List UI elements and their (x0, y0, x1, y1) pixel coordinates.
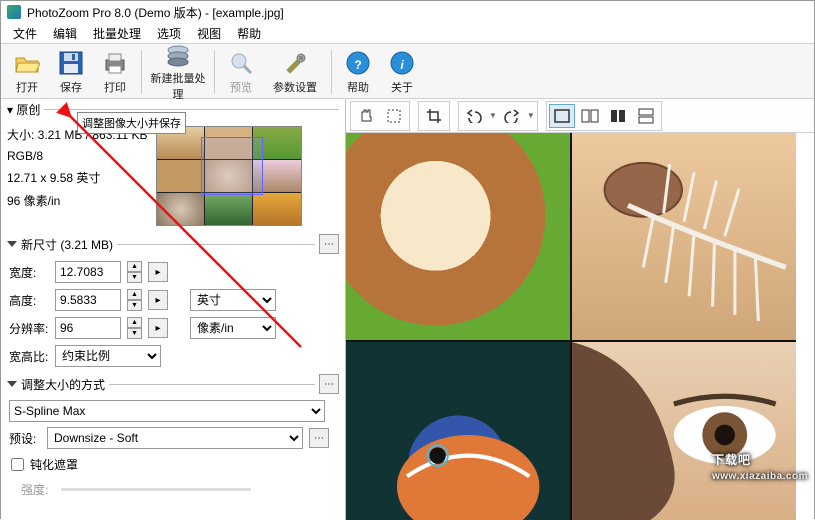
floppy-disk-icon (57, 49, 85, 77)
height-link-button[interactable]: ▸ (148, 290, 168, 310)
preset-more-button[interactable]: ⋯ (309, 428, 329, 448)
menu-edit[interactable]: 编辑 (47, 23, 83, 44)
menu-help[interactable]: 帮助 (231, 23, 267, 44)
tools-icon (281, 49, 309, 77)
open-button[interactable]: 打开 (5, 46, 49, 98)
resize-options-button[interactable]: ⋯ (319, 374, 339, 394)
hand-tool-button[interactable] (353, 104, 379, 128)
watermark: 下载吧 www.xiazaiba.com (712, 443, 808, 482)
unsharp-label: 钝化遮罩 (30, 456, 78, 473)
chevron-down-icon[interactable] (7, 381, 17, 387)
resize-method-header: 调整大小的方式 (21, 376, 105, 393)
menu-view[interactable]: 视图 (191, 23, 227, 44)
res-link-button[interactable]: ▸ (148, 318, 168, 338)
toolbar-separator (141, 50, 142, 94)
crop-button[interactable] (421, 104, 447, 128)
res-spin-up[interactable]: ▲ (127, 317, 142, 328)
left-panel: ▾ 原创 大小: 3.21 MB / 863.11 KB RGB/8 12.71… (1, 99, 346, 520)
info-icon: i (388, 49, 416, 77)
aspect-label: 宽高比: (9, 348, 49, 365)
printer-icon (101, 49, 129, 77)
toolbar-separator (214, 50, 215, 94)
height-spin-up[interactable]: ▲ (127, 289, 142, 300)
undo-button[interactable] (461, 104, 487, 128)
preset-select[interactable]: Downsize - Soft (47, 427, 303, 449)
batch-icon (164, 42, 192, 68)
newsize-header: 新尺寸 (3.21 MB) (21, 236, 113, 253)
image-tile (572, 133, 796, 340)
info-dims: 12.71 x 9.58 英寸 (7, 169, 148, 186)
window-title: PhotoZoom Pro 8.0 (Demo 版本) - [example.j… (27, 4, 284, 21)
watermark-text: 下载吧 (712, 453, 751, 467)
view-single-button[interactable] (549, 104, 575, 128)
redo-button[interactable] (499, 104, 525, 128)
height-input[interactable] (55, 289, 121, 311)
info-mode: RGB/8 (7, 149, 148, 163)
marquee-tool-button[interactable] (381, 104, 407, 128)
help-icon: ? (344, 49, 372, 77)
view-split-v-button[interactable] (633, 104, 659, 128)
strength-slider[interactable] (61, 488, 251, 491)
undo-dropdown-icon[interactable]: ▼ (489, 111, 497, 120)
width-input[interactable] (55, 261, 121, 283)
save-tooltip: 调整图像大小并保存 (77, 112, 186, 134)
preset-label: 预设: (9, 430, 41, 447)
svg-text:?: ? (354, 58, 361, 72)
params-button[interactable]: 参数设置 (263, 46, 327, 98)
help-button[interactable]: ? 帮助 (336, 46, 380, 98)
chevron-down-icon[interactable] (7, 241, 17, 247)
menu-batch[interactable]: 批量处理 (87, 23, 147, 44)
preview-button[interactable]: 预览 (219, 46, 263, 98)
height-spin-down[interactable]: ▼ (127, 300, 142, 311)
menubar: 文件 编辑 批量处理 选项 视图 帮助 (1, 23, 814, 43)
save-button[interactable]: 保存 (49, 46, 93, 98)
image-tile (572, 342, 796, 520)
view-split-2-button[interactable] (605, 104, 631, 128)
watermark-url: www.xiazaiba.com (712, 471, 808, 482)
toolbar-separator (331, 50, 332, 94)
print-button[interactable]: 打印 (93, 46, 137, 98)
menu-options[interactable]: 选项 (151, 23, 187, 44)
res-spin-down[interactable]: ▼ (127, 328, 142, 339)
strength-label: 强度: (21, 481, 55, 498)
width-link-button[interactable]: ▸ (148, 262, 168, 282)
view-toolbar: ▼ ▼ (346, 99, 814, 133)
res-input[interactable] (55, 317, 121, 339)
width-spin-down[interactable]: ▼ (127, 272, 142, 283)
about-button[interactable]: i 关于 (380, 46, 424, 98)
unsharp-checkbox[interactable] (11, 458, 24, 471)
titlebar: PhotoZoom Pro 8.0 (Demo 版本) - [example.j… (1, 1, 814, 23)
view-split-h-button[interactable] (577, 104, 603, 128)
app-icon (7, 5, 21, 19)
unit-select[interactable]: 英寸 (190, 289, 276, 311)
main-toolbar: 打开 保存 打印 新建批量处理 预览 (1, 43, 814, 99)
image-tile (346, 133, 570, 340)
menu-file[interactable]: 文件 (7, 23, 43, 44)
method-select[interactable]: S-Spline Max (9, 400, 325, 422)
newsize-options-button[interactable]: ⋯ (319, 234, 339, 254)
navigator-thumbnail[interactable] (156, 126, 302, 226)
info-ppi: 96 像素/in (7, 192, 148, 209)
image-tile (346, 342, 570, 520)
res-label: 分辨率: (9, 320, 49, 337)
width-label: 宽度: (9, 264, 49, 281)
res-unit-select[interactable]: 像素/in (190, 317, 276, 339)
aspect-select[interactable]: 约束比例 (55, 345, 161, 367)
magnifier-icon (227, 49, 255, 77)
new-batch-button[interactable]: 新建批量处理 (146, 46, 210, 98)
original-header: ▾ 原创 (7, 101, 40, 118)
redo-dropdown-icon[interactable]: ▼ (527, 111, 535, 120)
width-spin-up[interactable]: ▲ (127, 261, 142, 272)
folder-open-icon (13, 49, 41, 77)
height-label: 高度: (9, 292, 49, 309)
